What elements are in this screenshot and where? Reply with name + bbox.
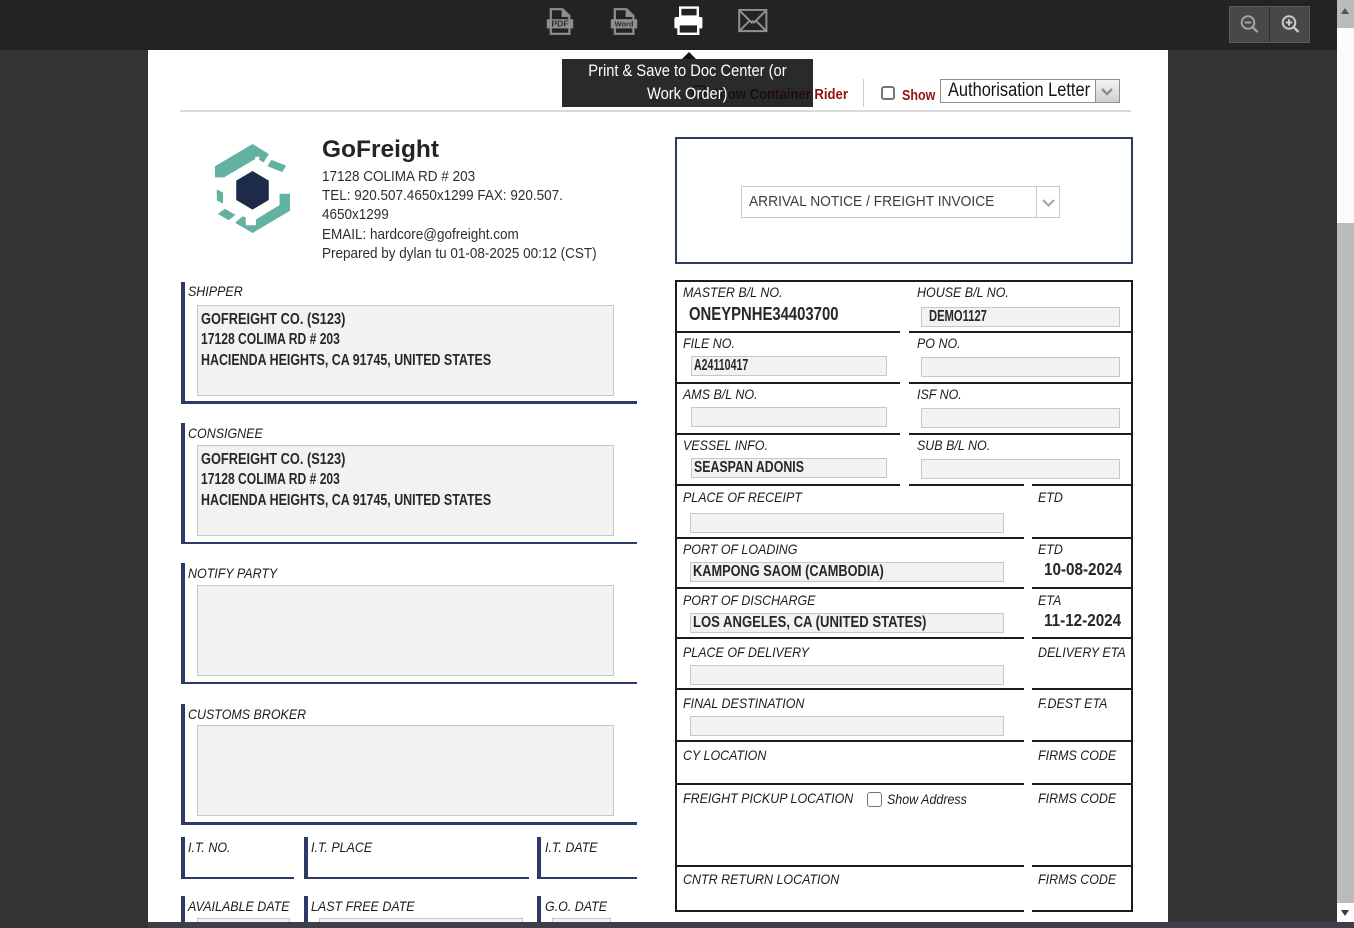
- svg-text:PDF: PDF: [551, 18, 568, 28]
- svg-text:Word: Word: [615, 19, 634, 28]
